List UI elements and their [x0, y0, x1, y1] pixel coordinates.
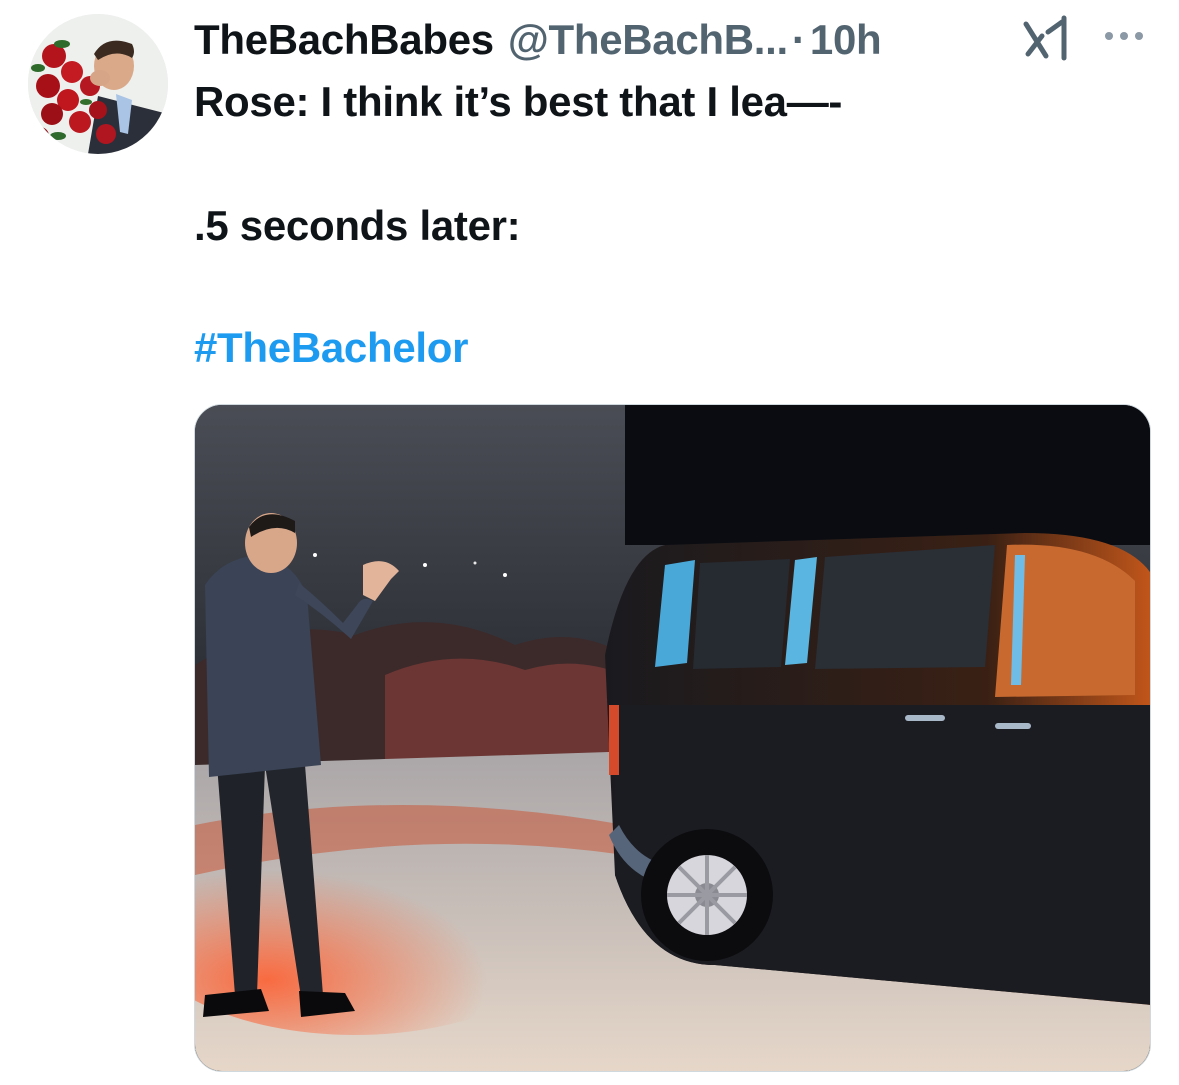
avatar-photo-icon [28, 14, 168, 154]
hashtag-link[interactable]: #TheBachelor [194, 320, 468, 376]
tv-scene-image-icon [195, 405, 1150, 1071]
author-handle[interactable]: @TheBachB... [508, 12, 788, 68]
grok-icon[interactable] [1018, 14, 1074, 64]
tweet-timestamp[interactable]: 10h [810, 12, 882, 68]
author-display-name[interactable]: TheBachBabes [194, 12, 494, 68]
more-options-icon[interactable] [1102, 26, 1146, 46]
tweet-text-line-1: Rose: I think it’s best that I lea—- [194, 78, 843, 125]
author-avatar[interactable] [28, 14, 168, 154]
tweet-text-line-2: .5 seconds later: [194, 202, 521, 249]
tweet-media-photo[interactable] [194, 404, 1151, 1072]
tweet-header: TheBachBabes @TheBachB... · 10h [194, 12, 882, 68]
header-separator: · [791, 16, 806, 63]
tweet[interactable]: TheBachBabes @TheBachB... · 10h Rose: I … [0, 0, 1179, 1085]
